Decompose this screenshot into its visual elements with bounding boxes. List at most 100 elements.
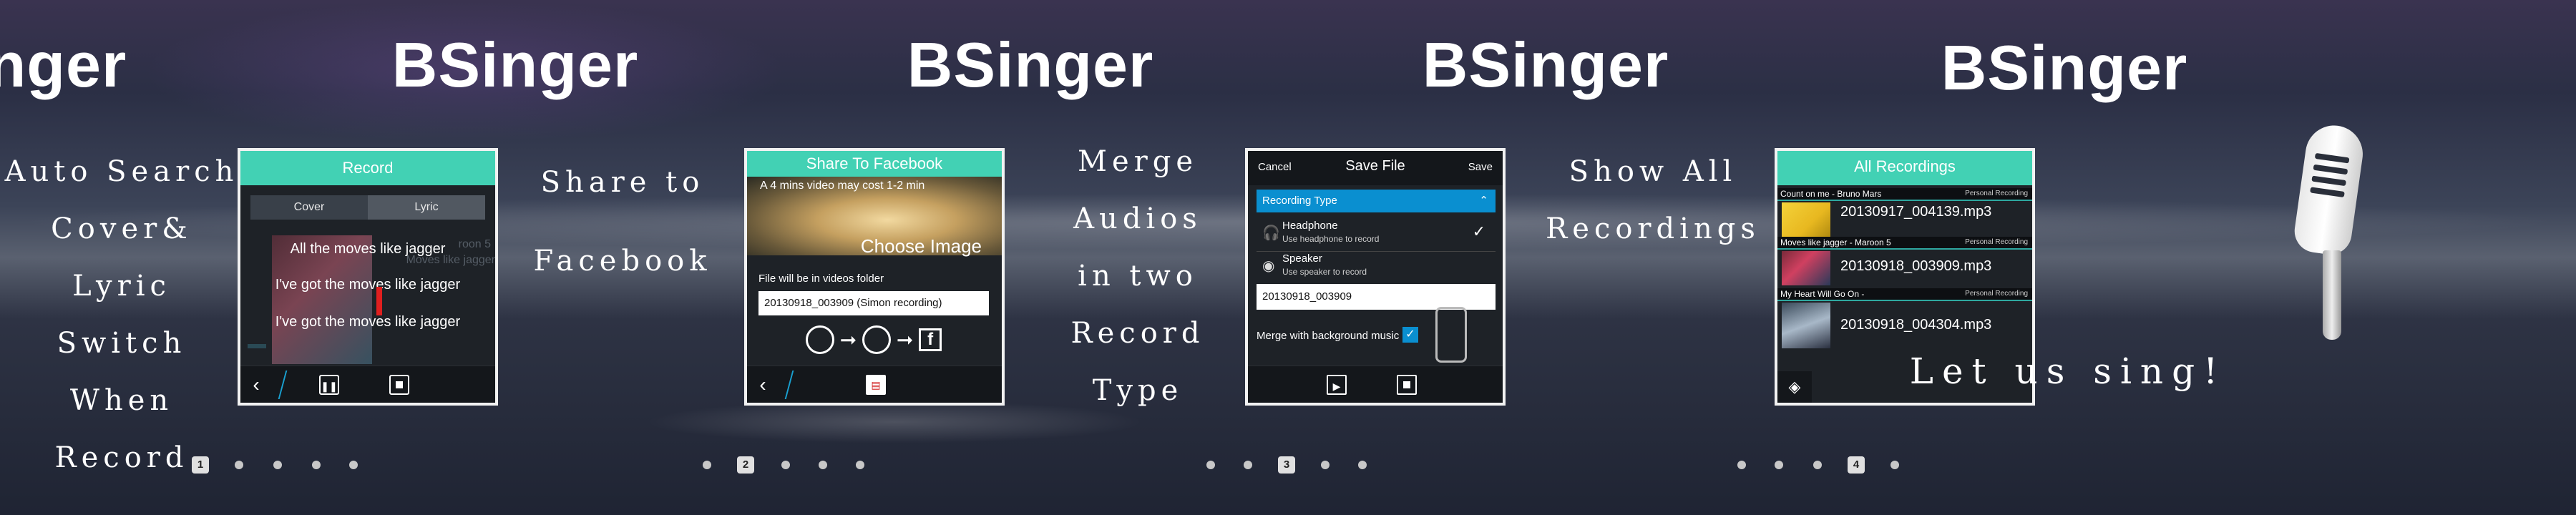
caption-line: Type (1092, 374, 1184, 407)
album-thumbnail (1782, 303, 1830, 348)
divider (1777, 300, 2032, 301)
headphone-icon: 🎧 (1262, 225, 1280, 241)
option-subtitle: Use headphone to record (1282, 234, 1380, 244)
page-dot-active[interactable]: 4 (1848, 456, 1865, 474)
page-dot[interactable] (1244, 461, 1252, 469)
recording-tag: Personal Recording (1965, 190, 2028, 197)
page-dot[interactable] (273, 461, 282, 469)
option-title: Headphone (1282, 220, 1338, 232)
stop-icon[interactable] (389, 375, 409, 395)
page-dot[interactable] (1890, 461, 1899, 469)
page-dot-active[interactable]: 3 (1278, 456, 1295, 474)
page-dot[interactable] (1775, 461, 1783, 469)
page-dot-active[interactable]: 2 (737, 456, 754, 474)
screen-header: All Recordings (1777, 151, 2032, 185)
page-dot-active[interactable]: 1 (192, 456, 209, 474)
merge-label: Merge with background music (1257, 330, 1400, 342)
filename-field[interactable]: 20130918_003909 (1257, 284, 1496, 310)
play-icon[interactable]: ▶ (1327, 375, 1347, 395)
page-dot[interactable] (1358, 461, 1367, 469)
app-title: BSinger (0, 29, 127, 100)
divider (278, 371, 288, 399)
caption-line: Switch (57, 327, 187, 360)
recording-type-dropdown[interactable]: Recording Type ⌃ (1257, 190, 1496, 212)
filename-field[interactable]: 20130918_003909 (Simon recording) (758, 291, 989, 315)
screen-footer: ▶ (1248, 366, 1503, 403)
option-speaker[interactable]: ◉ Speaker Use speaker to record (1257, 250, 1496, 283)
panel-let-us-sing: BSinger Let us sing! (1910, 0, 2576, 515)
screen-header: Share To Facebook (747, 151, 1002, 177)
caption-line: Facebook (533, 245, 712, 278)
page-dot[interactable] (1321, 461, 1330, 469)
song-title: Count on me - Bruno Mars (1780, 189, 1882, 199)
app-title: BSinger (907, 29, 1154, 100)
list-item-header: My Heart Will Go On - Personal Recording (1777, 288, 2032, 300)
caption-line: Cover& Lyric (51, 212, 192, 303)
recording-type-label: Recording Type (1262, 195, 1337, 207)
page-dot[interactable] (235, 461, 243, 469)
option-title: Speaker (1282, 252, 1322, 265)
page-dot[interactable] (1813, 461, 1822, 469)
share-icon[interactable]: ▤ (866, 375, 886, 395)
option-subtitle: Use speaker to record (1282, 267, 1367, 277)
phone-screen-save-file: Cancel Save File Save Recording Type ⌃ 🎧… (1245, 148, 1506, 406)
list-item-header: Count on me - Bruno Mars Personal Record… (1777, 188, 2032, 200)
list-item[interactable]: My Heart Will Go On - Personal Recording… (1777, 288, 2032, 348)
recording-tag: Personal Recording (1965, 238, 2028, 246)
app-title: BSinger (391, 29, 639, 100)
page-dot[interactable] (819, 461, 827, 469)
check-icon: ✓ (1472, 222, 1485, 240)
divider (1777, 200, 2032, 201)
screen-footer: ◈ (1777, 371, 1812, 403)
feature-caption: Auto Search Cover& Lyric Switch When Rec… (0, 143, 243, 486)
video-camera-icon (862, 325, 892, 354)
chevron-up-icon: ⌃ (1479, 195, 1488, 207)
folder-note: File will be in videos folder (758, 273, 884, 285)
song-title: Moves like jagger - Maroon 5 (1780, 237, 1891, 247)
recording-filename: 20130918_003909.mp3 (1840, 258, 1992, 274)
progress-track (248, 344, 266, 348)
page-indicator: 1 (192, 456, 364, 474)
tab-cover[interactable]: Cover (250, 195, 368, 220)
recording-filename: 20130918_004304.mp3 (1840, 317, 1992, 333)
pause-icon[interactable]: ❚❚ (319, 375, 339, 395)
speaker-icon: ◉ (1262, 258, 1275, 274)
layers-icon[interactable]: ◈ (1785, 377, 1805, 397)
page-indicator: 2 (703, 456, 874, 474)
choose-image-button[interactable]: Choose Image (861, 235, 982, 258)
page-dot[interactable] (312, 461, 321, 469)
save-button[interactable]: Save (1468, 161, 1493, 173)
caption-line: Merge (1077, 145, 1199, 178)
page-dot[interactable] (856, 461, 864, 469)
feature-caption: Show All Recordings (1546, 143, 1760, 258)
feature-caption: Merge Audios in two Record Type (1030, 133, 1245, 419)
lyric-line: I've got the moves like jagger (275, 277, 461, 293)
microphone-stand (2323, 250, 2341, 340)
recording-filename: 20130917_004139.mp3 (1840, 204, 1992, 220)
divider (784, 371, 794, 399)
page-dot[interactable] (1206, 461, 1215, 469)
caption-line: Auto Search (4, 155, 239, 188)
page-dot[interactable] (781, 461, 790, 469)
chevron-left-icon[interactable]: ‹ (753, 375, 773, 395)
stop-icon[interactable] (1397, 375, 1417, 395)
headphone-phone-graphic (1435, 307, 1467, 363)
merge-checkbox[interactable]: ✓ (1402, 327, 1418, 343)
facebook-icon: f (919, 328, 942, 351)
recording-tag: Personal Recording (1965, 290, 2028, 298)
arrow-icon: ➞ (839, 328, 857, 351)
screen-header: Record (240, 151, 495, 185)
phone-screen-record: Record Cover Lyric roon 5 Moves like jag… (238, 148, 498, 406)
page-dot[interactable] (1737, 461, 1746, 469)
tab-lyric[interactable]: Lyric (368, 195, 485, 220)
page-dot[interactable] (703, 461, 711, 469)
tab-bar: Cover Lyric (250, 195, 485, 220)
caption-line: Recordings (1546, 212, 1760, 245)
screen-footer: ‹ ▤ (747, 366, 1002, 403)
option-headphone[interactable]: 🎧 Headphone Use headphone to record ✓ (1257, 217, 1496, 250)
list-item[interactable]: Count on me - Bruno Mars Personal Record… (1777, 188, 2032, 240)
list-item[interactable]: Moves like jagger - Maroon 5 Personal Re… (1777, 237, 2032, 288)
page-dot[interactable] (349, 461, 358, 469)
chevron-left-icon[interactable]: ‹ (246, 375, 266, 395)
feature-caption: Share to Facebook (515, 143, 730, 300)
